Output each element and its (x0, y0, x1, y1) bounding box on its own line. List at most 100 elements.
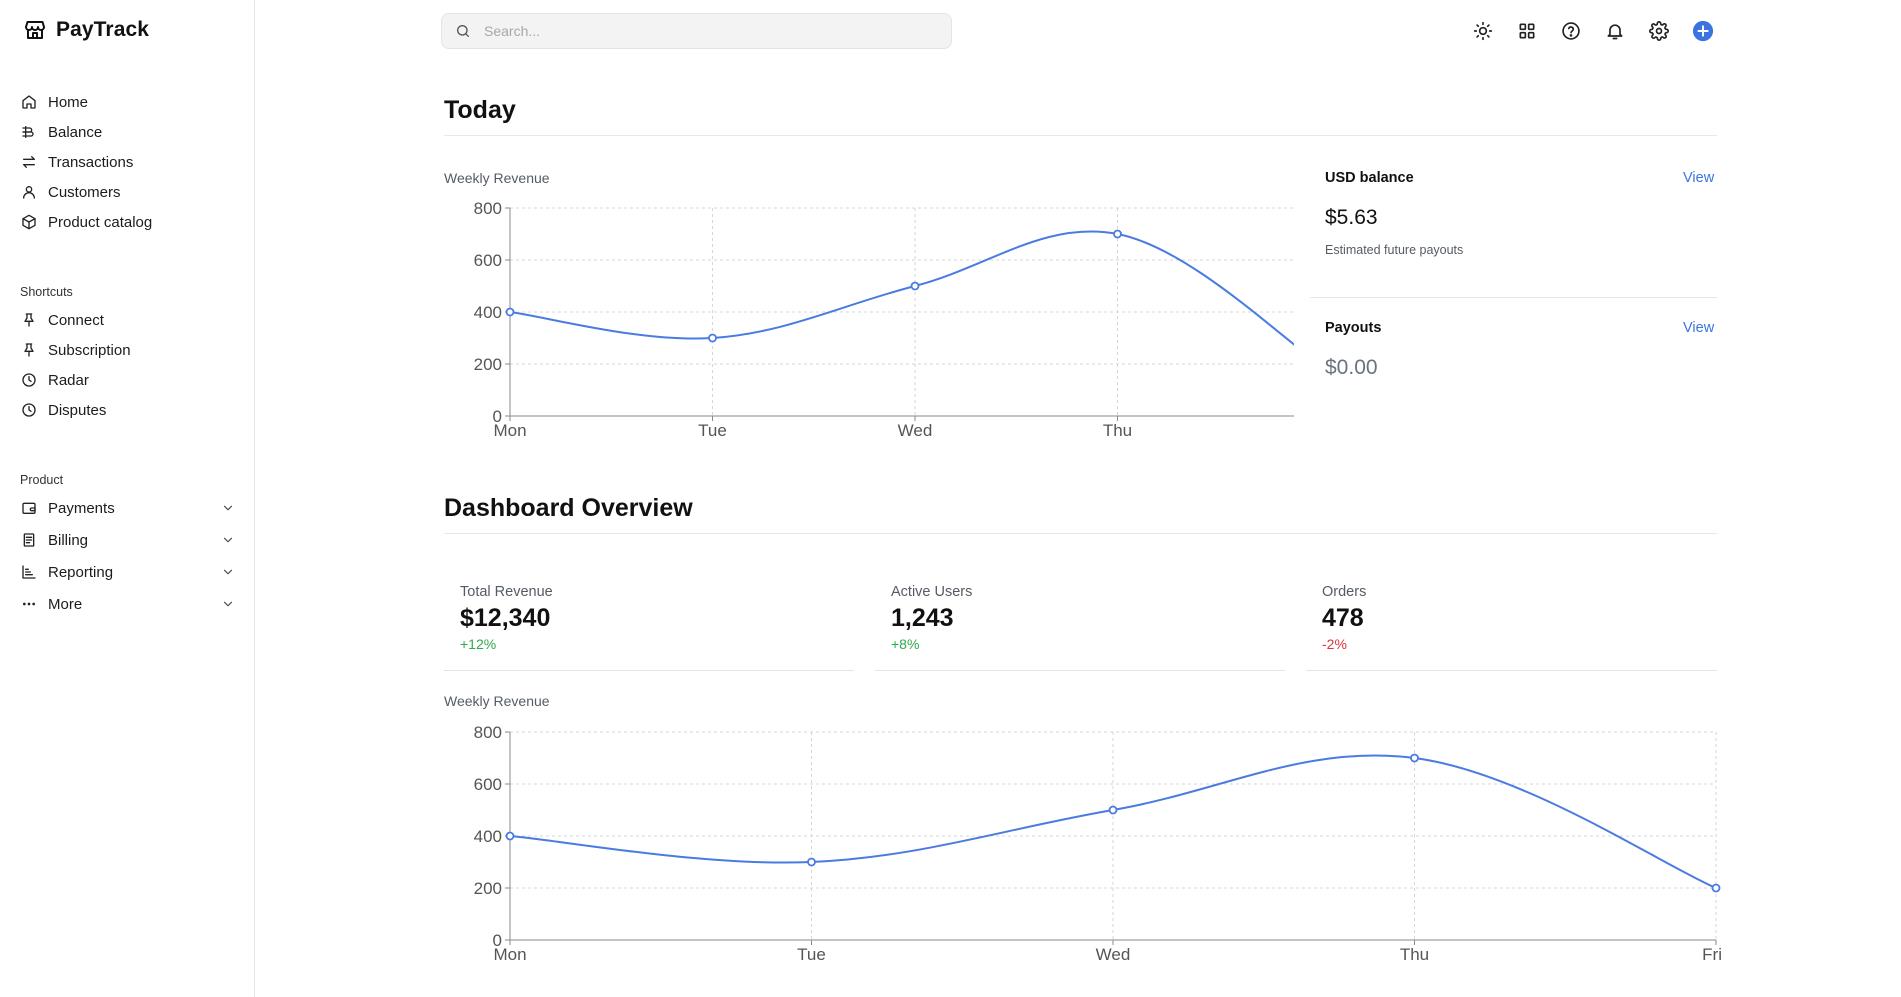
stat-value: 478 (1322, 604, 1364, 632)
sidebar-item-label: Subscription (48, 341, 131, 359)
x-tick-label: Thu (1400, 945, 1429, 962)
search-bar[interactable] (441, 13, 952, 49)
stat-card-orders: Orders 478 -2% (1306, 568, 1717, 671)
shortcuts-heading: Shortcuts (20, 285, 73, 299)
sidebar-item-label: Balance (48, 123, 103, 141)
balance-divider (1310, 297, 1717, 298)
sidebar-item-label: Billing (48, 531, 89, 549)
sidebar-item-label: Transactions (48, 153, 134, 171)
stat-label: Active Users (891, 584, 973, 600)
sidebar-item-balance[interactable]: Balance (20, 120, 236, 144)
y-tick-label: 400 (474, 827, 502, 846)
x-tick-label: Thu (1103, 421, 1132, 438)
usd-balance-amount: $5.63 (1325, 206, 1378, 229)
stat-card-active-users: Active Users 1,243 +8% (875, 568, 1285, 671)
x-tick-label: Fri (1702, 945, 1722, 962)
brand[interactable]: PayTrack (22, 17, 149, 43)
data-point[interactable] (1108, 805, 1118, 815)
x-tick-label: Wed (1096, 945, 1131, 962)
data-point[interactable] (1113, 229, 1122, 239)
chevron-down-icon[interactable] (220, 500, 236, 516)
data-point[interactable] (910, 281, 920, 291)
payouts-amount: $0.00 (1325, 356, 1378, 379)
box-icon (20, 213, 38, 231)
today-chart-label: Weekly Revenue (444, 170, 550, 186)
user-icon (20, 183, 38, 201)
today-title: Today (444, 96, 516, 124)
stat-value: 1,243 (891, 604, 954, 632)
chevron-down-icon[interactable] (220, 564, 236, 580)
sidebar-item-label: More (48, 595, 83, 613)
usd-balance-view-link[interactable]: View (1683, 170, 1714, 186)
y-tick-label: 400 (474, 303, 502, 322)
sidebar-item-label: Reporting (48, 563, 114, 581)
y-tick-label: 600 (474, 251, 502, 270)
stat-change: -2% (1322, 636, 1347, 652)
sun-icon[interactable] (1471, 19, 1495, 43)
sidebar-item-transactions[interactable]: Transactions (20, 150, 236, 174)
x-tick-label: Tue (797, 945, 826, 962)
gear-icon[interactable] (1647, 19, 1671, 43)
chevron-down-icon[interactable] (220, 596, 236, 612)
stat-change: +8% (891, 636, 920, 652)
data-point[interactable] (807, 857, 816, 867)
data-point[interactable] (505, 307, 515, 317)
sidebar-item-label: Customers (48, 183, 121, 201)
payouts-view-link[interactable]: View (1683, 320, 1714, 336)
sidebar-item-label: Home (48, 93, 89, 111)
grid-icon[interactable] (1515, 19, 1539, 43)
stat-label: Orders (1322, 584, 1367, 600)
usd-balance-title: USD balance (1325, 170, 1414, 186)
brand-name: PayTrack (56, 18, 150, 41)
sidebar-item-label: Product catalog (48, 213, 153, 231)
sidebar-item-more[interactable]: More (20, 592, 236, 616)
search-input[interactable] (482, 22, 926, 40)
balance-icon (20, 123, 38, 141)
arrows-icon (20, 153, 38, 171)
overview-chart-label: Weekly Revenue (444, 693, 550, 709)
overview-title: Dashboard Overview (444, 494, 693, 522)
clock-icon (20, 371, 38, 389)
bell-icon[interactable] (1603, 19, 1627, 43)
sidebar: PayTrack Home Balance Transactions Custo… (0, 0, 255, 997)
plus-circle-icon[interactable] (1691, 19, 1715, 43)
sidebar-item-label: Connect (48, 311, 104, 329)
data-point[interactable] (1711, 883, 1721, 893)
sidebar-item-label: Disputes (48, 401, 107, 419)
data-point[interactable] (708, 333, 717, 343)
y-tick-label: 800 (474, 199, 502, 218)
search-icon (454, 22, 472, 40)
sidebar-item-subscription[interactable]: Subscription (20, 338, 236, 362)
dots-icon (20, 595, 38, 613)
sidebar-item-disputes[interactable]: Disputes (20, 398, 236, 422)
product-heading: Product (20, 473, 64, 487)
sidebar-item-customers[interactable]: Customers (20, 180, 236, 204)
series-line (509, 230, 1294, 346)
sidebar-item-reporting[interactable]: Reporting (20, 560, 236, 584)
x-tick-label: Tue (698, 421, 727, 438)
sidebar-item-radar[interactable]: Radar (20, 368, 236, 392)
y-tick-label: 200 (474, 355, 502, 374)
chevron-down-icon[interactable] (220, 532, 236, 548)
payouts-title: Payouts (1325, 320, 1382, 336)
data-point[interactable] (505, 831, 515, 841)
today-revenue-chart: 0200400600800MonTueWedThuFri (474, 199, 1294, 438)
help-icon[interactable] (1559, 19, 1583, 43)
sidebar-item-product-catalog[interactable]: Product catalog (20, 210, 236, 234)
y-tick-label: 200 (474, 879, 502, 898)
pin-icon (20, 311, 38, 329)
overview-revenue-chart: 0200400600800Mon Tue Wed Thu Fri (474, 723, 1722, 962)
pin-icon (20, 341, 38, 359)
home-icon (20, 93, 38, 111)
wallet-icon (20, 499, 38, 517)
sidebar-item-label: Payments (48, 499, 115, 517)
sidebar-item-payments[interactable]: Payments (20, 496, 236, 520)
sidebar-item-home[interactable]: Home (20, 90, 236, 114)
y-tick-label: 800 (474, 723, 502, 742)
data-point[interactable] (1410, 753, 1419, 763)
sidebar-item-label: Radar (48, 371, 89, 389)
y-tick-label: 600 (474, 775, 502, 794)
clock-icon (20, 401, 38, 419)
sidebar-item-connect[interactable]: Connect (20, 308, 236, 332)
sidebar-item-billing[interactable]: Billing (20, 528, 236, 552)
